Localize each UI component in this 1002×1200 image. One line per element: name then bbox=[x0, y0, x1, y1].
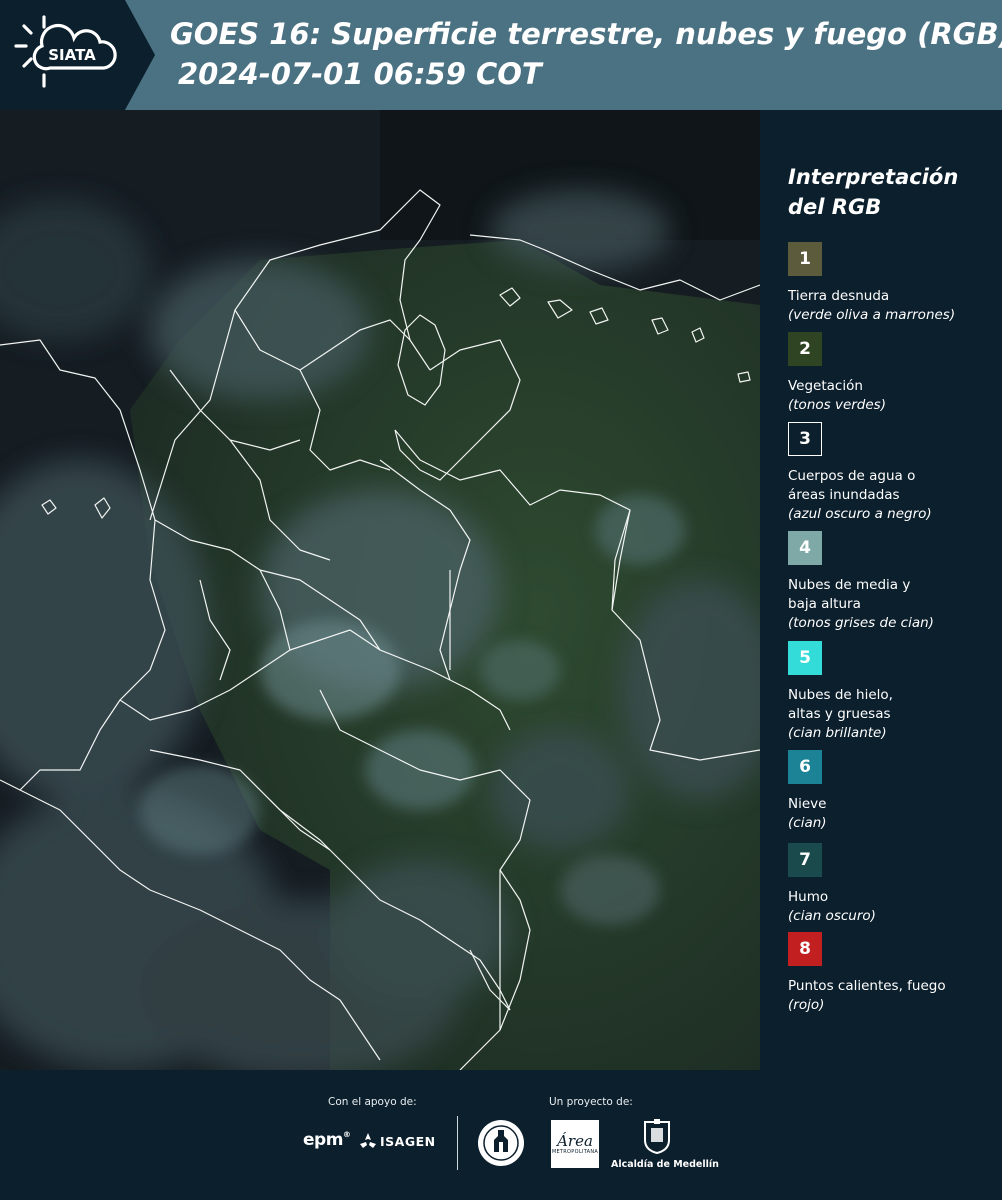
legend-swatch: 2 bbox=[788, 332, 822, 366]
legend-item-bare-soil: 1 Tierra desnuda (verde oliva a marrones… bbox=[788, 242, 1000, 325]
alcaldia-text: Alcaldía de Medellín bbox=[611, 1159, 719, 1170]
legend-label: Puntos calientes, fuego bbox=[788, 978, 946, 994]
footer-divider bbox=[457, 1116, 458, 1170]
legend-label: Humo bbox=[788, 889, 829, 905]
area-logo-text: Área bbox=[557, 1132, 593, 1150]
legend-note: (tonos verdes) bbox=[788, 397, 886, 413]
legend-item-vegetation: 2 Vegetación (tonos verdes) bbox=[788, 332, 1000, 415]
legend-swatch: 4 bbox=[788, 531, 822, 565]
legend-item-low-clouds: 4 Nubes de media y baja altura (tonos gr… bbox=[788, 531, 1000, 633]
alcaldia-shield-icon bbox=[644, 1119, 670, 1154]
header-bar: SIATA GOES 16: Superficie terrestre, nub… bbox=[0, 0, 1002, 110]
timestamp: 2024-07-01 06:59 COT bbox=[178, 57, 542, 91]
area-logo-subtext: METROPOLITANA bbox=[551, 1149, 599, 1155]
legend-note: (azul oscuro a negro) bbox=[788, 506, 932, 522]
legend-label: Nubes de hielo, altas y gruesas bbox=[788, 687, 893, 722]
area-metropolitana-logo: Área METROPOLITANA bbox=[551, 1120, 599, 1168]
legend-item-snow: 6 Nieve (cian) bbox=[788, 750, 1000, 833]
legend-note: (tonos grises de cian) bbox=[788, 615, 934, 631]
legend-note: (cian) bbox=[788, 815, 827, 831]
legend-item-fire: 8 Puntos calientes, fuego (rojo) bbox=[788, 932, 1000, 1015]
legend-swatch: 7 bbox=[788, 843, 822, 877]
legend-item-water: 3 Cuerpos de agua o áreas inundadas (azu… bbox=[788, 422, 1000, 524]
isagen-logo: ISAGEN bbox=[359, 1132, 436, 1150]
legend-swatch: 6 bbox=[788, 750, 822, 784]
legend-label: Nubes de media y baja altura bbox=[788, 577, 911, 612]
legend-swatch: 5 bbox=[788, 641, 822, 675]
title-box: GOES 16: Superficie terrestre, nubes y f… bbox=[170, 14, 1002, 94]
epm-logo-text: epm bbox=[303, 1130, 343, 1150]
legend-item-smoke: 7 Humo (cian oscuro) bbox=[788, 843, 1000, 926]
isagen-text: ISAGEN bbox=[380, 1133, 436, 1149]
seal-logo bbox=[478, 1120, 524, 1166]
support-caption: Con el apoyo de: bbox=[328, 1096, 417, 1108]
epm-logo: epm® bbox=[303, 1130, 351, 1150]
footer: Con el apoyo de: Un proyecto de: epm® IS… bbox=[0, 1070, 1002, 1200]
legend-note: (cian oscuro) bbox=[788, 908, 876, 924]
satellite-map[interactable] bbox=[0, 110, 760, 1070]
isagen-mark-icon bbox=[360, 1133, 376, 1148]
project-caption: Un proyecto de: bbox=[549, 1096, 633, 1108]
legend-swatch: 8 bbox=[788, 932, 822, 966]
legend-item-ice-clouds: 5 Nubes de hielo, altas y gruesas (cian … bbox=[788, 641, 1000, 743]
siata-logo-text: SIATA bbox=[48, 46, 96, 64]
legend-note: (cian brillante) bbox=[788, 725, 887, 741]
legend-label: Cuerpos de agua o áreas inundadas bbox=[788, 468, 916, 503]
legend-title: Interpretación del RGB bbox=[788, 165, 959, 219]
siata-logo-panel: SIATA bbox=[0, 0, 155, 110]
legend-label: Nieve bbox=[788, 796, 827, 812]
page-title: GOES 16: Superficie terrestre, nubes y f… bbox=[170, 17, 1002, 51]
legend-swatch: 3 bbox=[788, 422, 822, 456]
legend-note: (rojo) bbox=[788, 997, 825, 1013]
legend-label: Vegetación bbox=[788, 378, 863, 394]
satellite-image bbox=[0, 110, 760, 1070]
legend-panel: Interpretación del RGB 1 Tierra desnuda … bbox=[775, 110, 1002, 1070]
legend-swatch: 1 bbox=[788, 242, 822, 276]
legend-note: (verde oliva a marrones) bbox=[788, 307, 956, 323]
legend-label: Tierra desnuda bbox=[788, 288, 890, 304]
